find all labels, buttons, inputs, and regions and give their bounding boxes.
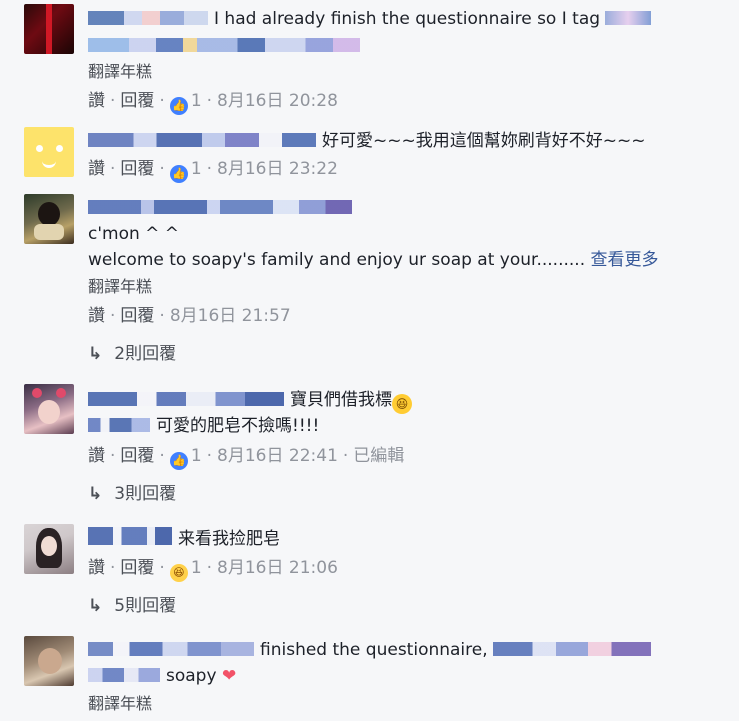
- view-replies-link[interactable]: ↳ 3則回覆: [88, 482, 176, 506]
- avatar[interactable]: [24, 4, 74, 54]
- translate-link[interactable]: 翻譯年糕: [88, 276, 152, 298]
- translate-link[interactable]: 翻譯年糕: [88, 61, 152, 83]
- comment-text: I had already finish the questionnaire s…: [88, 7, 657, 31]
- timestamp[interactable]: 8月16日 21:57: [170, 306, 291, 326]
- redacted-tag[interactable]: [493, 642, 652, 656]
- comment-actions: 讚 · 回覆 · 👍 1 · 8月16日 23:22: [88, 157, 338, 183]
- comment-text: 好可愛~~~我用這個幫妳刷背好不好~~~: [88, 129, 645, 153]
- reply-arrow-icon: ↳: [88, 344, 103, 364]
- reply-link[interactable]: 回覆: [120, 91, 154, 111]
- edited-label[interactable]: 已編輯: [353, 446, 404, 466]
- redacted-tag[interactable]: [88, 418, 150, 432]
- timestamp[interactable]: 8月16日 20:28: [217, 91, 338, 111]
- comment-text-line-1: c'mon ^ ^: [88, 224, 180, 244]
- reply-link[interactable]: 回覆: [120, 446, 154, 466]
- reply-arrow-icon: ↳: [88, 596, 103, 616]
- comment-actions: 讚 · 回覆 · 👍 1 · 8月16日 20:28: [88, 89, 338, 115]
- translate-link[interactable]: 翻譯年糕: [88, 693, 152, 715]
- view-replies-link[interactable]: ↳ 5則回覆: [88, 594, 176, 618]
- redacted-name[interactable]: [88, 11, 208, 25]
- reaction-count[interactable]: 1: [188, 159, 202, 179]
- like-link[interactable]: 讚: [88, 558, 105, 578]
- timestamp[interactable]: 8月16日 22:41: [217, 446, 338, 466]
- like-reaction-icon[interactable]: 👍: [169, 165, 188, 183]
- like-reaction-icon[interactable]: 👍: [169, 97, 188, 115]
- view-replies-link[interactable]: ↳ 2則回覆: [88, 342, 176, 366]
- redacted-line: [88, 34, 366, 58]
- reply-link[interactable]: 回覆: [120, 159, 154, 179]
- redacted-name[interactable]: [88, 133, 316, 147]
- redacted-name[interactable]: [88, 392, 284, 406]
- timestamp[interactable]: 8月16日 23:22: [217, 159, 338, 179]
- haha-reaction-icon[interactable]: 😆: [169, 564, 188, 582]
- reaction-count[interactable]: 1: [188, 558, 202, 578]
- avatar[interactable]: [24, 384, 74, 434]
- redacted-name[interactable]: [88, 527, 172, 545]
- redacted-tag[interactable]: [88, 668, 160, 682]
- like-reaction-icon[interactable]: 👍: [169, 452, 188, 470]
- comment-actions: 讚 · 回覆 · 😆 1 · 8月16日 21:06: [88, 556, 338, 582]
- redacted-name[interactable]: [88, 642, 254, 656]
- heart-emoji-icon: ❤: [221, 666, 237, 686]
- see-more-link[interactable]: 查看更多: [591, 250, 659, 270]
- comment-text: 来看我捡肥皂: [88, 527, 280, 551]
- reply-link[interactable]: 回覆: [120, 558, 154, 578]
- comment-text-line-1: finished the questionnaire,: [88, 638, 657, 662]
- comment-actions: 讚 · 回覆 · 8月16日 21:57: [88, 306, 291, 326]
- like-link[interactable]: 讚: [88, 306, 105, 326]
- avatar[interactable]: [24, 524, 74, 574]
- reply-arrow-icon: ↳: [88, 484, 103, 504]
- avatar[interactable]: [24, 127, 74, 177]
- like-link[interactable]: 讚: [88, 446, 105, 466]
- reaction-count[interactable]: 1: [188, 91, 202, 111]
- like-link[interactable]: 讚: [88, 159, 105, 179]
- comment-text-line-1: 寶貝們借我標 😆: [88, 388, 412, 414]
- laughing-emoji-icon: 😆: [392, 394, 412, 414]
- comment-text-line-2: welcome to soapy's family and enjoy ur s…: [88, 250, 659, 270]
- redacted-tag[interactable]: [605, 11, 652, 25]
- avatar[interactable]: [24, 636, 74, 686]
- redacted-name[interactable]: [88, 196, 358, 220]
- reply-link[interactable]: 回覆: [120, 306, 154, 326]
- reaction-count[interactable]: 1: [188, 446, 202, 466]
- timestamp[interactable]: 8月16日 21:06: [217, 558, 338, 578]
- comment-text-line-2: 可愛的肥皂不撿嗎!!!!: [88, 414, 319, 438]
- avatar[interactable]: [24, 194, 74, 244]
- comment-actions: 讚 · 回覆 · 👍 1 · 8月16日 22:41 · 已編輯: [88, 444, 404, 470]
- like-link[interactable]: 讚: [88, 91, 105, 111]
- comment-text-line-2: soapy ❤: [88, 664, 236, 688]
